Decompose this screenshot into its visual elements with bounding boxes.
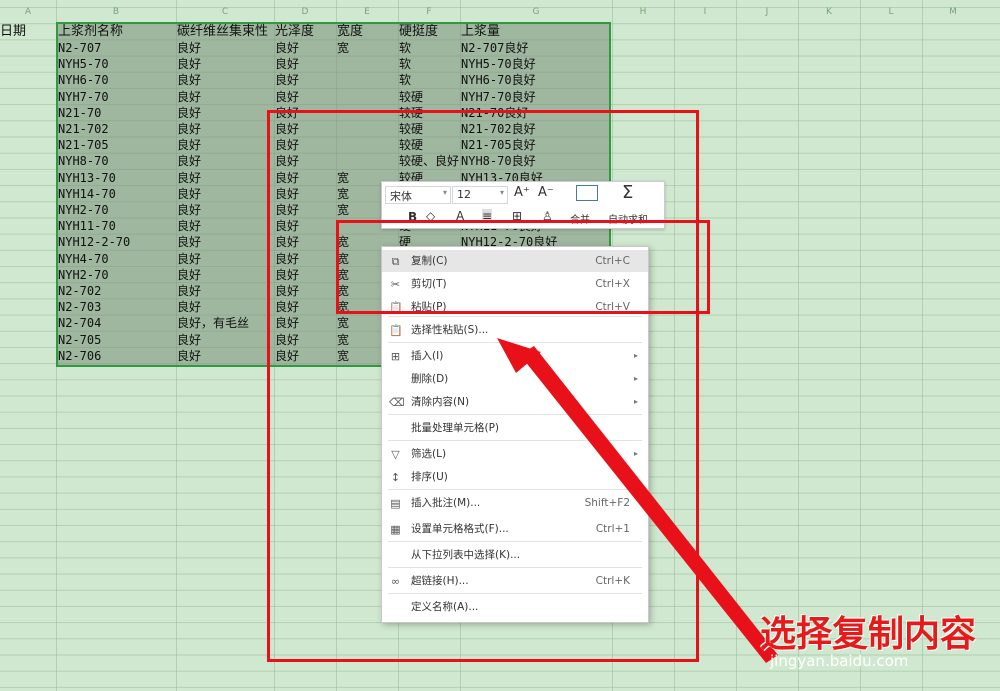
watermark: jingyan.baidu.com <box>770 652 909 670</box>
arrow-shaft <box>520 346 778 663</box>
annotation-caption: 选择复制内容 <box>760 614 977 655</box>
annotation-arrow <box>497 338 778 663</box>
